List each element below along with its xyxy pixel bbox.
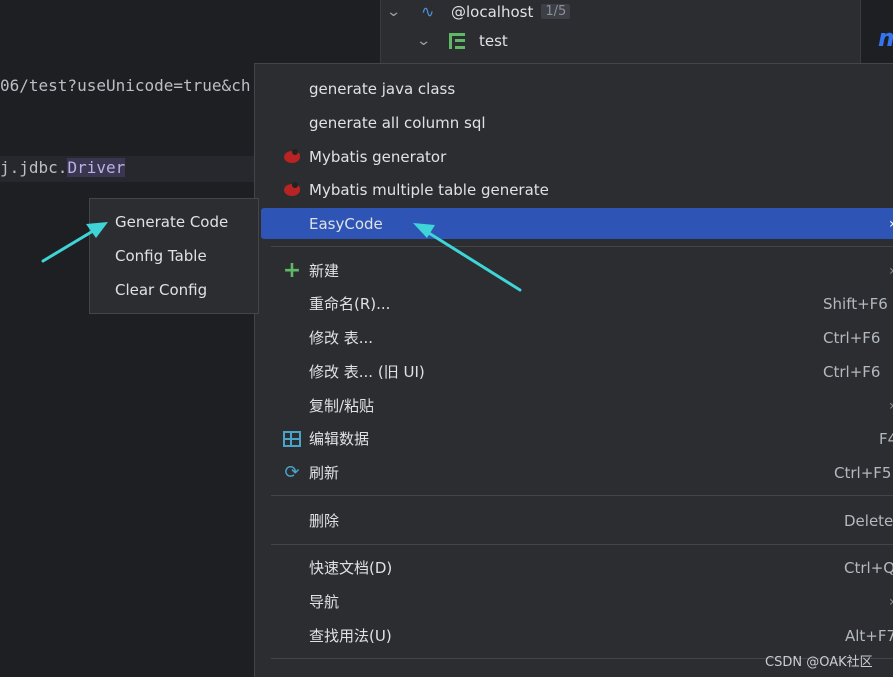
annotation-arrow-easycode xyxy=(413,223,522,292)
annotation-arrow-submenu xyxy=(41,222,108,263)
watermark: CSDN @OAK社区 xyxy=(765,655,873,670)
annotation-arrows xyxy=(41,222,522,292)
